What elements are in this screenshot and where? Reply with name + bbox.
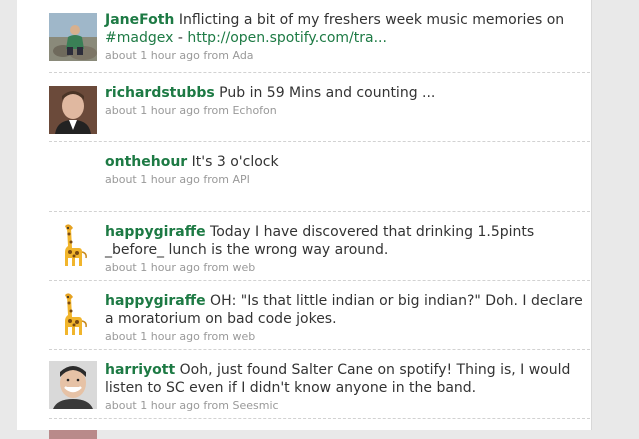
tweet-item	[49, 419, 590, 439]
tweet-username[interactable]: onthehour	[105, 154, 187, 170]
avatar[interactable]	[49, 13, 97, 61]
giraffe-icon	[49, 291, 97, 339]
tweet-username[interactable]: richardstubbs	[105, 85, 215, 101]
tweet-username[interactable]: happygiraffe	[105, 293, 206, 309]
tweet-source[interactable]: API	[232, 173, 249, 186]
tweet-item: richardstubbs Pub in 59 Mins and countin…	[49, 73, 590, 142]
avatar[interactable]	[49, 430, 97, 439]
url-link[interactable]: http://open.spotify.com/tra...	[187, 30, 387, 46]
tweet-timestamp[interactable]: about 1 hour ago	[105, 49, 200, 62]
tweet-source[interactable]: Echofon	[232, 104, 276, 117]
avatar[interactable]	[49, 291, 97, 339]
tweet-username[interactable]: happygiraffe	[105, 224, 206, 240]
tweet-timestamp[interactable]: about 1 hour ago	[105, 104, 200, 117]
tweet-item: onthehour It's 3 o'clock about 1 hour ag…	[49, 142, 590, 212]
tweet-source[interactable]: Seesmic	[232, 399, 278, 412]
tweet-item: harriyott Ooh, just found Salter Cane on…	[49, 350, 590, 419]
tweet-text: Ooh, just found Salter Cane on spotify! …	[105, 362, 571, 396]
tweet-list: JaneFoth Inflicting a bit of my freshers…	[49, 0, 590, 439]
tweet-source[interactable]: web	[232, 330, 255, 343]
avatar-photo-icon	[49, 13, 97, 61]
timeline-panel: JaneFoth Inflicting a bit of my freshers…	[17, 0, 592, 439]
tweet-from-label: from	[203, 330, 229, 343]
tweet-timestamp[interactable]: about 1 hour ago	[105, 173, 200, 186]
avatar[interactable]	[49, 361, 97, 409]
tweet-text: Pub in 59 Mins and counting ...	[219, 85, 436, 101]
avatar[interactable]	[49, 86, 97, 134]
avatar-photo-icon	[49, 361, 97, 409]
tweet-timestamp[interactable]: about 1 hour ago	[105, 330, 200, 343]
tweet-timestamp[interactable]: about 1 hour ago	[105, 399, 200, 412]
tweet-source[interactable]: web	[232, 261, 255, 274]
tweet-item: happygiraffe Today I have discovered tha…	[49, 212, 590, 281]
tweet-from-label: from	[203, 173, 229, 186]
tweet-username[interactable]: JaneFoth	[105, 12, 174, 28]
tweet-text-mid: -	[173, 30, 188, 46]
hashtag-link[interactable]: #madgex	[105, 30, 173, 46]
tweet-from-label: from	[203, 261, 229, 274]
tweet-timestamp[interactable]: about 1 hour ago	[105, 261, 200, 274]
avatar-photo-icon	[49, 86, 97, 134]
tweet-username[interactable]: harriyott	[105, 362, 175, 378]
avatar[interactable]	[49, 222, 97, 270]
tweet-from-label: from	[203, 49, 229, 62]
tweet-from-label: from	[203, 104, 229, 117]
tweet-source[interactable]: Ada	[232, 49, 253, 62]
tweet-from-label: from	[203, 399, 229, 412]
giraffe-icon	[49, 222, 97, 270]
tweet-item: happygiraffe OH: "Is that little indian …	[49, 281, 590, 350]
tweet-text: Inflicting a bit of my freshers week mus…	[178, 12, 565, 28]
tweet-item: JaneFoth Inflicting a bit of my freshers…	[49, 0, 590, 73]
tweet-text: It's 3 o'clock	[191, 154, 279, 170]
